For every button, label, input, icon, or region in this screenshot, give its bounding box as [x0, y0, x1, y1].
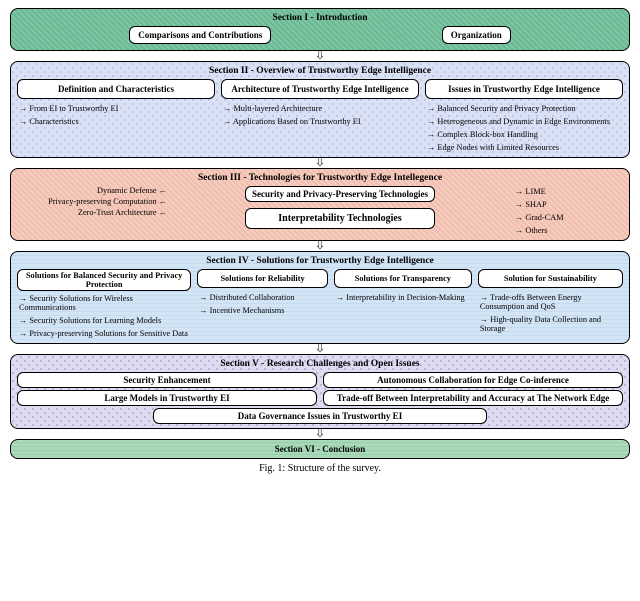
- section-6-panel: Section VI - Conclusion: [10, 439, 630, 459]
- s2-c1-i2: Characteristics: [17, 116, 215, 127]
- s3-box-security: Security and Privacy-Preserving Technolo…: [245, 186, 435, 202]
- s3-l2: Privacy-preserving Computation: [48, 197, 157, 206]
- s2-c3-i1: Balanced Security and Privacy Protection: [425, 103, 623, 114]
- s5-b: Autonomous Collaboration for Edge Co-inf…: [323, 372, 623, 388]
- s4-c3-h: Solutions for Transparency: [334, 269, 472, 288]
- s3-l3: Zero-Trust Architecture: [78, 208, 157, 217]
- s3-r3: Grad-CAM: [513, 212, 623, 223]
- section-1-panel: Section I - Introduction Comparisons and…: [10, 8, 630, 51]
- s2-c3-i2: Heterogeneous and Dynamic in Edge Enviro…: [425, 116, 623, 127]
- section-5-panel: Section V - Research Challenges and Open…: [10, 354, 630, 429]
- section-4-title: Section IV - Solutions for Trustworthy E…: [17, 256, 623, 266]
- section-2-title: Section II - Overview of Trustworthy Edg…: [17, 66, 623, 76]
- s2-col1-head: Definition and Characteristics: [17, 79, 215, 99]
- section-4-panel: Section IV - Solutions for Trustworthy E…: [10, 251, 630, 344]
- figure-caption: Fig. 1: Structure of the survey.: [259, 463, 381, 474]
- s2-c1-i1: From EI to Trustworthy EI: [17, 103, 215, 114]
- arrow-down-icon: ⇩: [314, 344, 326, 354]
- box-comparisons: Comparisons and Contributions: [129, 26, 271, 44]
- s2-c3-i4: Edge Nodes with Limited Resources: [425, 142, 623, 153]
- s5-c: Large Models in Trustworthy EI: [17, 390, 317, 406]
- s4-c4-h: Solution for Sustainability: [478, 269, 623, 288]
- s4-c3-i1: Interpretability in Decision-Making: [334, 292, 472, 303]
- s4-c2-i1: Distributed Collaboration: [197, 292, 328, 303]
- section-3-title: Section III - Technologies for Trustwort…: [17, 173, 623, 183]
- s2-c3-i3: Complex Block-box Handling: [425, 129, 623, 140]
- s5-e: Data Governance Issues in Trustworthy EI: [153, 408, 486, 424]
- box-organization: Organization: [442, 26, 511, 44]
- s2-col3-head: Issues in Trustworthy Edge Intelligence: [425, 79, 623, 99]
- s2-c2-i1: Multi-layered Architecture: [221, 103, 419, 114]
- s5-a: Security Enhancement: [17, 372, 317, 388]
- s2-col2-head: Architecture of Trustworthy Edge Intelli…: [221, 79, 419, 99]
- s4-c1-i2: Security Solutions for Learning Models: [17, 315, 191, 326]
- s4-c2-h: Solutions for Reliability: [197, 269, 328, 288]
- s3-r4: Others: [513, 225, 623, 236]
- s3-r2: SHAP: [513, 199, 623, 210]
- section-6-title: Section VI - Conclusion: [17, 444, 623, 454]
- s2-c2-i2: Applications Based on Trustworthy EI: [221, 116, 419, 127]
- arrow-down-icon: ⇩: [314, 429, 326, 439]
- arrow-down-icon: ⇩: [314, 241, 326, 251]
- s4-c4-i1: Trade-offs Between Energy Consumption an…: [478, 292, 623, 312]
- s3-r1: LIME: [513, 186, 623, 197]
- section-1-title: Section I - Introduction: [17, 13, 623, 23]
- arrow-down-icon: ⇩: [314, 158, 326, 168]
- s4-c1-i3: Privacy-preserving Solutions for Sensiti…: [17, 328, 191, 339]
- s3-l1: Dynamic Defense: [97, 186, 157, 195]
- s4-c2-i2: Incentive Mechanisms: [197, 305, 328, 316]
- arrow-down-icon: ⇩: [314, 51, 326, 61]
- section-5-title: Section V - Research Challenges and Open…: [17, 359, 623, 369]
- section-2-panel: Section II - Overview of Trustworthy Edg…: [10, 61, 630, 158]
- s5-d: Trade-off Between Interpretability and A…: [323, 390, 623, 406]
- s4-c1-h: Solutions for Balanced Security and Priv…: [17, 269, 191, 291]
- section-3-panel: Section III - Technologies for Trustwort…: [10, 168, 630, 241]
- s4-c1-i1: Security Solutions for Wireless Communic…: [17, 293, 191, 313]
- s4-c4-i2: High-quality Data Collection and Storage: [478, 314, 623, 334]
- s3-box-interpret: Interpretability Technologies: [245, 208, 435, 229]
